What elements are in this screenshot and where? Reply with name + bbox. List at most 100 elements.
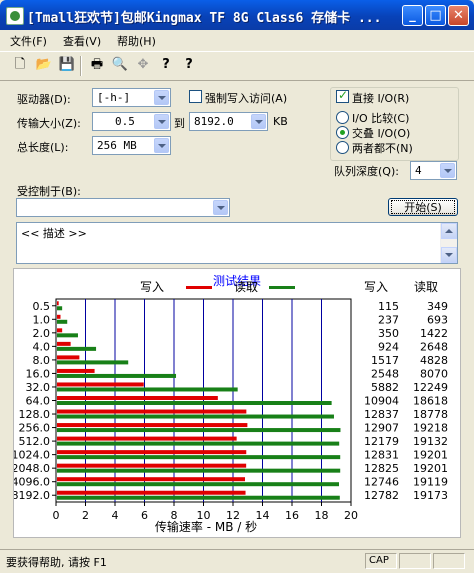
y-tick-label: 2.0 (33, 327, 51, 340)
scroll-down-icon[interactable] (441, 247, 457, 263)
read-value: 349 (427, 300, 448, 313)
write-bar (57, 301, 59, 306)
x-tick-label: 14 (256, 509, 270, 522)
read-value: 19218 (413, 422, 448, 435)
read-value: 1422 (420, 327, 448, 340)
y-tick-label: 512.0 (19, 435, 51, 448)
chevron-down-icon[interactable] (154, 114, 169, 129)
legend-write-label: 写入 (140, 280, 164, 294)
open-folder-icon[interactable]: 📂 (35, 56, 53, 74)
transfer-to-select[interactable]: 8192.0 (189, 112, 268, 131)
chevron-down-icon[interactable] (440, 163, 455, 178)
transfer-from-select[interactable]: 0.5 (92, 112, 171, 131)
direct-io-label: 直接 I/O(R) (352, 90, 410, 106)
print-preview-icon[interactable]: 🔍 (111, 56, 129, 74)
results-panel: 测试结果 写入 读取 写入 读取 0 2 4 6 8 10 12 14 16 18 20 0.5 115… (12, 268, 461, 538)
transfer-size-label: 传输大小(Z): (17, 117, 81, 130)
minimize-button[interactable]: _ (402, 5, 423, 26)
force-write-checkbox[interactable] (189, 90, 202, 103)
write-bar (57, 423, 248, 428)
y-tick-label: 0.5 (33, 300, 51, 313)
toolbar-separator (80, 56, 82, 76)
read-bar (57, 428, 341, 433)
read-value: 18778 (413, 408, 448, 421)
print-icon[interactable]: 🖶 (88, 56, 106, 74)
read-value: 19201 (413, 449, 448, 462)
toolbar: 🗋 📂 💾 🖶 🔍 ✥ ? ? (0, 51, 474, 81)
scroll-up-icon[interactable] (441, 223, 457, 239)
chevron-down-icon[interactable] (154, 138, 169, 153)
column-read-header: 读取 (414, 280, 438, 294)
num-indicator (399, 553, 431, 569)
write-bar (57, 436, 237, 441)
write-value: 12831 (364, 449, 399, 462)
overlap-io-radio[interactable] (336, 126, 349, 139)
write-value: 12746 (364, 476, 399, 489)
neither-radio[interactable] (336, 141, 349, 154)
to-label: 到 (174, 117, 185, 130)
write-bar (57, 463, 247, 468)
x-tick-label: 6 (141, 509, 148, 522)
io-compare-label: I/O 比较(C) (352, 112, 410, 125)
io-compare-radio[interactable] (336, 111, 349, 124)
write-value: 2548 (371, 367, 399, 380)
read-bar (57, 414, 334, 419)
neither-label: 两者都不(N) (352, 142, 413, 155)
status-help-text: 要获得帮助, 请按 F1 (6, 556, 107, 569)
write-bar (57, 477, 246, 482)
read-bar (57, 482, 340, 487)
help-icon[interactable]: ? (157, 56, 175, 74)
read-bar (57, 387, 238, 392)
maximize-button[interactable]: □ (425, 5, 446, 26)
y-tick-label: 64.0 (26, 395, 51, 408)
write-value: 924 (378, 340, 399, 353)
write-value: 10904 (364, 395, 399, 408)
read-value: 4828 (420, 354, 448, 367)
chevron-down-icon[interactable] (213, 200, 228, 215)
new-file-icon[interactable]: 🗋 (11, 56, 29, 74)
description-scrollbar[interactable] (440, 223, 457, 263)
status-bar: 要获得帮助, 请按 F1 CAP (0, 549, 474, 573)
app-icon[interactable] (6, 7, 24, 25)
start-button[interactable]: 开始(S) (388, 198, 458, 216)
x-tick-label: 20 (344, 509, 358, 522)
results-chart: 测试结果 写入 读取 写入 读取 0 2 4 6 8 10 12 14 16 18 200.5 115… (12, 273, 449, 534)
close-button[interactable]: ✕ (448, 5, 469, 26)
y-tick-label: 32.0 (26, 381, 51, 394)
write-value: 350 (378, 327, 399, 340)
controlled-by-select[interactable] (16, 198, 230, 217)
window-title: [Tmall狂欢节]包邮Kingmax TF 8G Class6 存储卡 ... (27, 11, 382, 26)
y-tick-label: 16.0 (26, 367, 51, 380)
menu-file[interactable]: 文件(F) (10, 33, 47, 49)
y-tick-label: 8192.0 (14, 489, 50, 502)
read-bar (57, 373, 177, 378)
x-tick-label: 2 (82, 509, 89, 522)
context-help-icon[interactable]: ? (180, 56, 198, 74)
chevron-down-icon[interactable] (154, 90, 169, 105)
force-write-label: 强制写入访问(A) (205, 92, 288, 105)
save-icon[interactable]: 💾 (58, 56, 76, 74)
total-length-label: 总长度(L): (17, 141, 69, 154)
description-text: << 描述 >> (21, 227, 87, 240)
write-bar (57, 355, 80, 360)
total-length-select[interactable]: 256 MB (92, 136, 171, 155)
direct-io-checkbox[interactable] (336, 88, 349, 103)
write-value: 1517 (371, 354, 399, 367)
overlap-io-label: 交叠 I/O(O) (352, 127, 411, 140)
move-icon[interactable]: ✥ (134, 56, 152, 74)
write-bar (57, 409, 247, 414)
queue-depth-select[interactable]: 4 (410, 161, 457, 180)
description-box[interactable]: << 描述 >> (16, 222, 458, 264)
read-value: 12249 (413, 381, 448, 394)
menu-view[interactable]: 查看(V) (63, 33, 101, 49)
cap-indicator: CAP (365, 553, 397, 569)
drive-label: 驱动器(D): (17, 93, 71, 106)
chevron-down-icon[interactable] (251, 114, 266, 129)
drive-select[interactable]: [-h-] (92, 88, 171, 107)
legend-read-label: 读取 (234, 280, 258, 294)
title-bar[interactable]: [Tmall狂欢节]包邮Kingmax TF 8G Class6 存储卡 ...… (0, 0, 474, 30)
menu-help[interactable]: 帮助(H) (117, 33, 156, 49)
write-bar (57, 450, 247, 455)
read-value: 2648 (420, 340, 448, 353)
read-bar (57, 401, 332, 405)
